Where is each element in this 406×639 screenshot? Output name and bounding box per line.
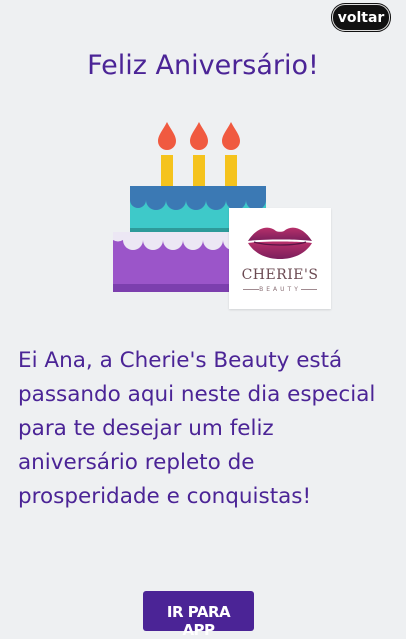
lips-logo-icon	[248, 227, 312, 259]
go-to-app-button[interactable]: IR PARA APP	[143, 591, 254, 639]
page-title: Feliz Aniversário!	[87, 50, 319, 82]
birthday-message: Ei Ana, a Cherie's Beauty está passando …	[18, 348, 376, 509]
logo-divider-right	[301, 289, 317, 290]
back-button[interactable]: voltar	[332, 4, 390, 31]
brand-logo: CHERIE'S BEAUTY	[229, 208, 331, 309]
logo-name: CHERIE'S	[241, 267, 319, 283]
